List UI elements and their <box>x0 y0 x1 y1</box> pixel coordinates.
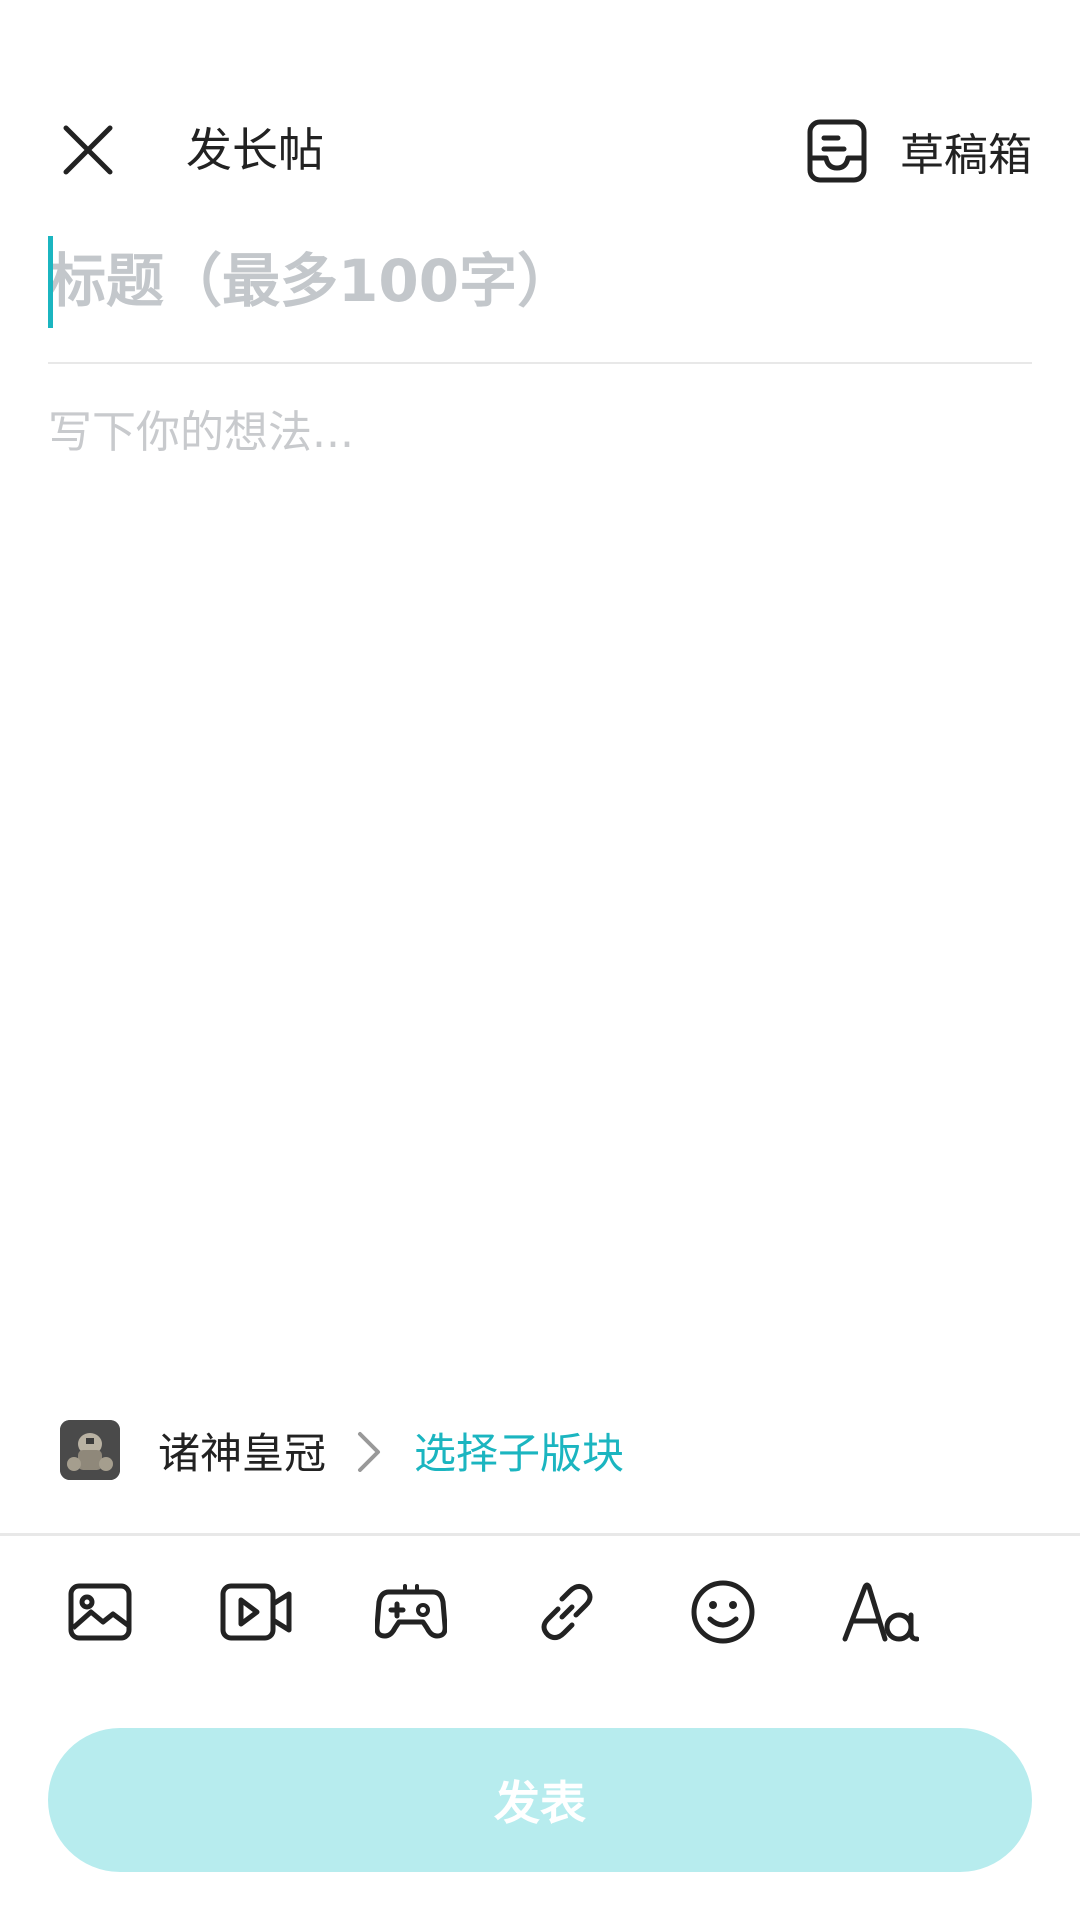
link-icon <box>541 1583 593 1641</box>
body-input[interactable] <box>48 400 1032 1360</box>
gamepad-icon <box>375 1584 447 1639</box>
insert-emoji-button[interactable] <box>683 1572 763 1652</box>
publish-label: 发表 <box>494 1776 586 1830</box>
draft-box-button[interactable]: 草稿箱 <box>806 114 1032 188</box>
title-input[interactable] <box>48 234 1032 328</box>
video-icon <box>220 1583 292 1641</box>
toolbar-divider <box>0 1533 1080 1536</box>
publish-button[interactable]: 发表 <box>48 1728 1032 1872</box>
title-divider <box>48 362 1032 364</box>
drafts-inbox-icon <box>807 119 867 183</box>
forum-name: 诸神皇冠 <box>158 1428 327 1478</box>
select-subforum-link[interactable]: 选择子版块 <box>414 1420 624 1481</box>
text-format-button[interactable] <box>840 1572 920 1652</box>
editor-toolbar <box>60 1572 960 1652</box>
insert-link-button[interactable] <box>527 1572 607 1652</box>
image-icon <box>68 1583 132 1641</box>
close-button[interactable] <box>56 118 120 182</box>
draft-box-label: 草稿箱 <box>900 130 1032 181</box>
text-caret <box>48 236 53 328</box>
text-format-icon <box>842 1582 919 1642</box>
insert-image-button[interactable] <box>60 1572 140 1652</box>
forum-avatar <box>60 1420 120 1480</box>
chevron-right-icon <box>354 1430 384 1472</box>
insert-video-button[interactable] <box>216 1572 296 1652</box>
title-field-wrapper <box>48 234 1032 328</box>
page-title: 发长帖 <box>186 123 324 177</box>
game-avatar-icon <box>60 1420 120 1480</box>
close-icon <box>63 125 113 175</box>
forum-selector[interactable]: 诸神皇冠 选择子版块 <box>60 1418 624 1482</box>
emoji-icon <box>691 1580 755 1644</box>
insert-game-button[interactable] <box>371 1572 451 1652</box>
